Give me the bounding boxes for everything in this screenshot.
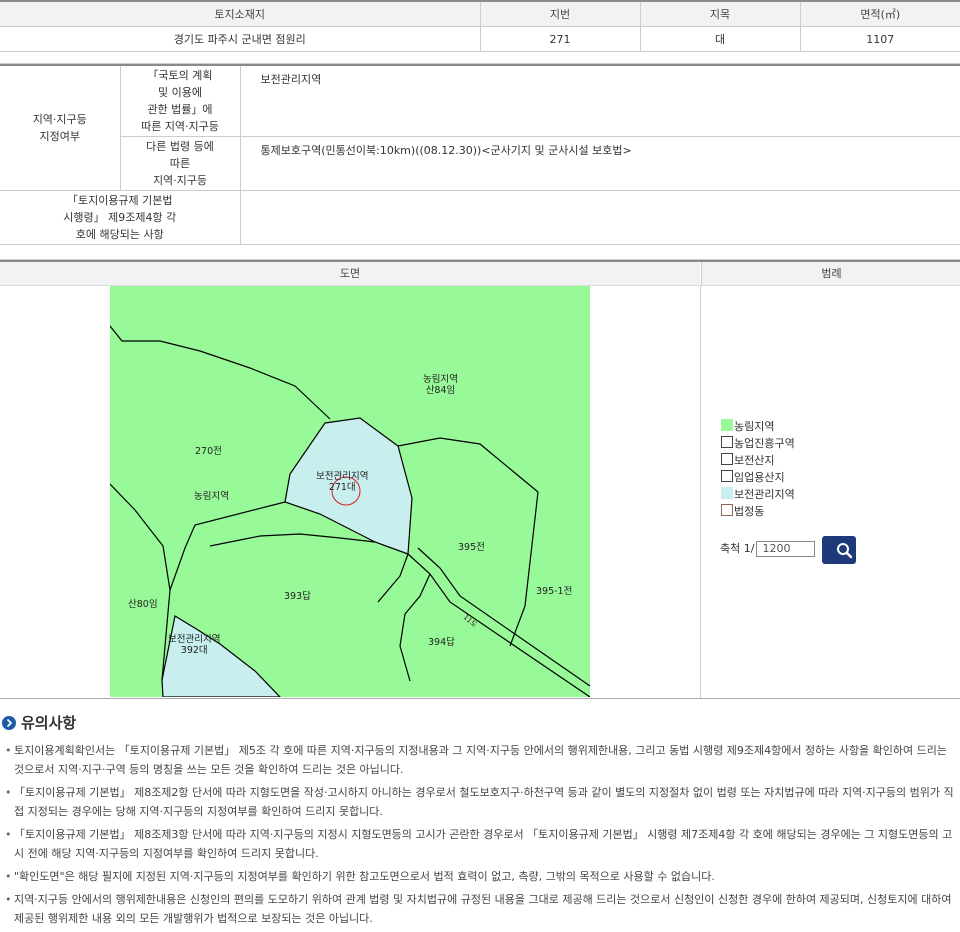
zoning-national-law-value: 보전관리지역: [240, 65, 960, 137]
legend-item-legal-dong: 법정동: [721, 504, 795, 521]
legend-swatch: [721, 487, 733, 499]
header-location: 토지소재지: [0, 1, 481, 27]
list-item: "확인도면"은 해당 필지에 지정된 지역·지구등의 지정여부를 확인하기 위한…: [0, 867, 960, 890]
scale-control: 축척 1/: [720, 540, 816, 557]
legend-swatch: [721, 419, 733, 431]
map-canvas[interactable]: 농림지역 산84임 270전 농림지역 보전관리지역 271대 395전 395…: [110, 286, 590, 697]
notes-section: 유의사항 토지이용계획확인서는 「토지이용규제 기본법」 제5조 각 호에 따른…: [0, 713, 960, 932]
list-item: 토지이용계획확인서는 「토지이용규제 기본법」 제5조 각 호에 따른 지역·지…: [0, 741, 960, 783]
notes-title: 유의사항: [0, 713, 960, 733]
parcel-392-shape: [161, 615, 281, 697]
legend-item-farm-forest: 농림지역: [721, 419, 795, 436]
map-label-parcel-271: 보전관리지역 271대: [316, 471, 369, 493]
map-section: 도면 범례 농림지역 산84임 270전 농림지역 보전관리지역 271대 39…: [0, 260, 960, 699]
list-item: 「토지이용규제 기본법」 제8조제2항 단서에 따라 지형도면을 작성·고시하지…: [0, 783, 960, 825]
legend-item-forestry-mountain: 임업용산지: [721, 470, 795, 487]
enforcement-label: 「토지이용규제 기본법 시행령」 제9조제4항 각 호에 해당되는 사항: [0, 190, 241, 245]
list-item: 지역·지구등 안에서의 행위제한내용은 신청인의 편의를 도모하기 위하여 관계…: [0, 890, 960, 932]
map-label-parcel-395: 395전: [458, 542, 485, 553]
chevron-right-icon: [2, 716, 16, 730]
zoning-other-law-label: 다른 법령 등에 따른 지역·지구등: [120, 136, 241, 191]
map-label-parcel-270: 270전: [195, 446, 222, 457]
legend-item-farm-promotion: 농업진흥구역: [721, 436, 795, 453]
map-label-parcel-394: 394답: [428, 637, 455, 648]
zoning-table: 지역·지구등 지정여부 「국토의 계획 및 이용에 관한 법률」에 따른 지역·…: [0, 64, 960, 245]
zoning-national-law-label: 「국토의 계획 및 이용에 관한 법률」에 따른 지역·지구등: [120, 65, 241, 137]
legend-item-conservation-mountain: 보전산지: [721, 453, 795, 470]
cell-lot-number: 271: [480, 26, 641, 52]
list-item: 「토지이용규제 기본법」 제8조제3항 단서에 따라 지역·지구등의 지정시 지…: [0, 825, 960, 867]
map-label-farm-forest-1: 농림지역 산84임: [423, 374, 458, 396]
legend-header: 범례: [701, 262, 960, 286]
legend-swatch: [721, 504, 733, 516]
zoning-other-law-value: 통제보호구역(민통선이북:10km)((08.12.30))<군사기지 및 군사…: [240, 136, 960, 191]
map-header: 도면: [0, 262, 700, 286]
map-legend: 농림지역 농업진흥구역 보전산지 임업용산지 보전관리지역 법정동: [721, 419, 795, 521]
scale-input[interactable]: [756, 540, 816, 557]
map-label-parcel-80: 산80임: [128, 599, 158, 610]
legend-item-conservation-management: 보전관리지역: [721, 487, 795, 504]
map-label-parcel-392: 보전관리지역 392대: [168, 634, 221, 656]
zoning-main-label: 지역·지구등 지정여부: [0, 65, 121, 191]
legend-swatch: [721, 436, 733, 448]
scale-search-button[interactable]: [822, 536, 856, 564]
notes-list: 토지이용계획확인서는 「토지이용규제 기본법」 제5조 각 호에 따른 지역·지…: [0, 741, 960, 932]
header-area: 면적(㎡): [800, 1, 960, 27]
map-label-parcel-395-1: 395-1전: [536, 586, 573, 597]
legend-swatch: [721, 453, 733, 465]
enforcement-value: [240, 190, 960, 245]
map-label-parcel-393: 393답: [284, 591, 311, 602]
legend-swatch: [721, 470, 733, 482]
header-lot-number: 지번: [480, 1, 641, 27]
map-label-farm-forest-2: 농림지역: [194, 491, 229, 502]
cell-location: 경기도 파주시 군내면 점원리: [0, 26, 481, 52]
table-row: 경기도 파주시 군내면 점원리 271 대 1107: [0, 26, 960, 52]
search-icon: [837, 543, 853, 559]
cell-area: 1107: [800, 26, 960, 52]
land-info-table: 토지소재지 지번 지목 면적(㎡) 경기도 파주시 군내면 점원리 271 대 …: [0, 0, 960, 52]
header-land-category: 지목: [640, 1, 801, 27]
scale-label: 축척 1/: [720, 542, 755, 555]
cell-land-category: 대: [640, 26, 801, 52]
